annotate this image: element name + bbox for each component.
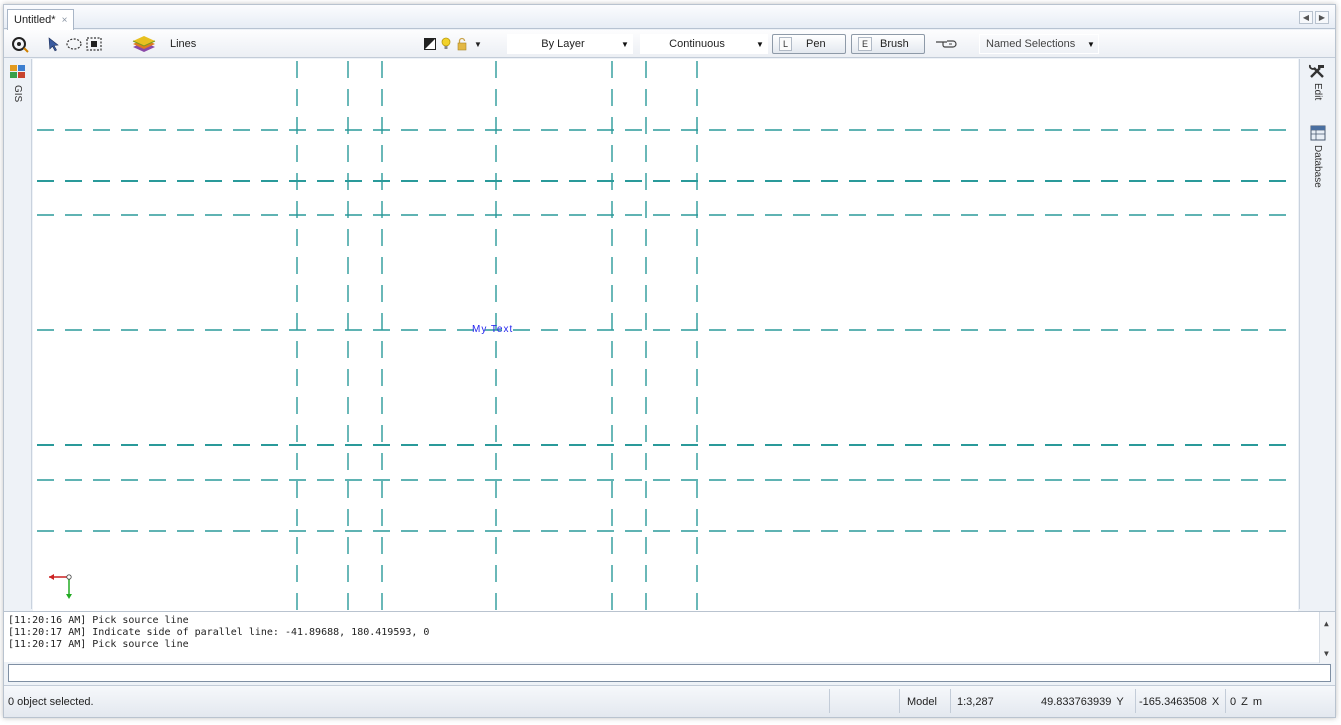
layer-selector[interactable]: Lines [130,33,196,55]
pen-shortcut-key: L [779,37,793,51]
pen-button[interactable]: L Pen [772,34,846,54]
database-panel-tab[interactable]: Database [1312,145,1323,188]
log-line: [11:20:17 AM] Pick source line [8,639,189,650]
tab-next-icon[interactable]: ▶ [1315,11,1329,24]
scroll-down-icon[interactable]: ▼ [1324,648,1329,660]
layer-color-icon[interactable] [422,34,438,54]
database-icon[interactable] [1308,123,1328,143]
close-icon[interactable]: × [62,15,68,26]
line-style-dropdown[interactable]: By Layer ▼ [507,34,633,54]
command-input[interactable] [8,664,1331,682]
window-select-icon[interactable] [84,34,104,54]
log-line: [11:20:16 AM] Pick source line [8,615,189,626]
x-coordinate-value: -165.3463508 [1139,696,1207,708]
chevron-down-icon: ▼ [756,39,764,49]
status-divider [950,689,951,713]
lock-icon[interactable] [454,34,470,54]
scale-indicator[interactable]: 1:3,287 [957,694,994,710]
snap-tool[interactable] [10,33,30,55]
layers-icon[interactable] [130,34,158,54]
status-divider [829,689,830,713]
edit-panel-tab[interactable]: Edit [1312,83,1323,100]
status-divider [899,689,900,713]
y-coordinate-value: 49.833763939 [1041,696,1112,708]
command-log: [11:20:16 AM] Pick source line [11:20:17… [4,611,1335,663]
tools-icon[interactable] [1307,61,1327,81]
lasso-select-icon[interactable] [64,34,84,54]
chevron-down-icon[interactable]: ▼ [470,34,486,54]
x-coordinate-label: X [1211,696,1220,708]
line-type-dropdown[interactable]: Continuous ▼ [640,34,768,54]
status-divider [1135,689,1136,713]
z-coordinate-value: 0 [1230,696,1237,708]
selection-tools [44,33,104,55]
y-coordinate-label: Y [1116,696,1124,708]
line-style-value: By Layer [541,38,585,50]
unit-label: m [1252,696,1263,708]
tab-navigation: ◀ ▶ [1299,11,1329,24]
app-window: Untitled* × ◀ ▶ Lines ▼ By Layer ▼ Conti… [3,4,1336,718]
z-coordinate-label: Z [1241,696,1248,708]
chevron-down-icon: ▼ [1087,39,1095,49]
drawing-surface[interactable] [33,59,1298,611]
layer-state-tools: ▼ [422,33,486,55]
pointing-hand-icon[interactable] [934,34,960,54]
gis-icon[interactable] [8,62,28,82]
document-tab-title: Untitled* [14,14,56,26]
tab-prev-icon[interactable]: ◀ [1299,11,1313,24]
layer-name[interactable]: Lines [170,38,196,50]
gis-panel-tab[interactable]: GIS [12,85,23,102]
status-divider [1225,689,1226,713]
right-panel-strip: Edit Database [1299,59,1335,609]
match-properties-tool[interactable] [934,33,960,55]
left-panel-strip: GIS [4,59,32,609]
log-scrollbar[interactable]: ▲ ▼ [1319,612,1335,663]
x-coordinate: -165.3463508 X [1139,694,1219,710]
document-tab[interactable]: Untitled* × [7,9,75,30]
status-bar: 0 object selected. Model 1:3,287 49.8337… [4,685,1335,717]
model-space-toggle[interactable]: Model [907,694,937,710]
lightbulb-icon[interactable] [438,34,454,54]
pen-label: Pen [806,38,826,50]
drawing-canvas[interactable]: My Text [33,59,1298,611]
named-selections-dropdown[interactable]: Named Selections ▼ [979,34,1099,54]
z-coordinate: 0 Z m [1230,694,1262,710]
named-selections-label: Named Selections [986,38,1076,50]
chevron-down-icon: ▼ [621,39,629,49]
brush-button[interactable]: E Brush [851,34,925,54]
pointer-select-icon[interactable] [44,34,64,54]
brush-label: Brush [880,38,909,50]
brush-shortcut-key: E [858,37,873,51]
toolbar: Lines ▼ By Layer ▼ Continuous ▼ L Pen E … [4,30,1335,58]
log-line: [11:20:17 AM] Indicate side of parallel … [8,627,430,638]
y-coordinate: 49.833763939 Y [1041,694,1124,710]
canvas-text-label[interactable]: My Text [472,324,513,335]
selection-status: 0 object selected. [8,696,94,708]
line-type-value: Continuous [669,38,725,50]
scroll-up-icon[interactable]: ▲ [1324,618,1329,630]
document-tab-bar: Untitled* × ◀ ▶ [4,5,1335,30]
snap-icon[interactable] [10,34,30,54]
